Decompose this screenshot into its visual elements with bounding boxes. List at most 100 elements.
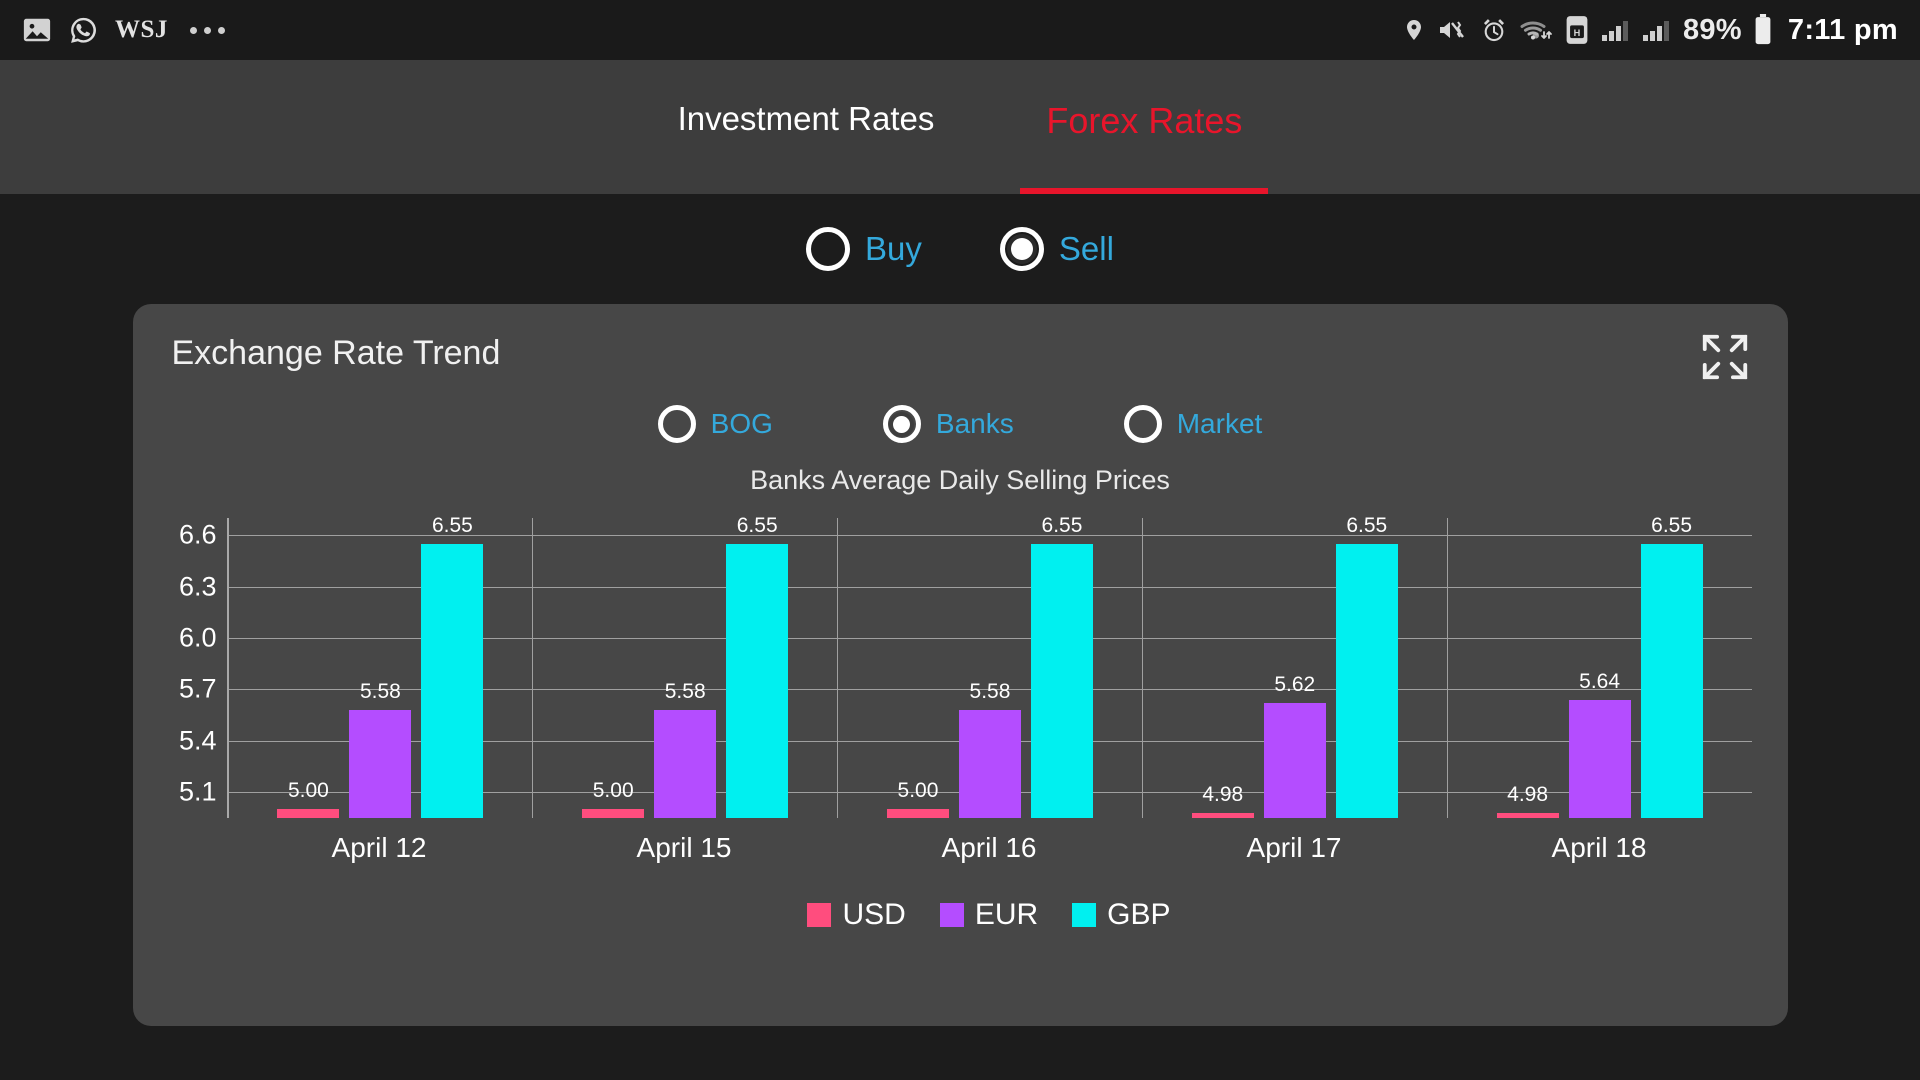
chart-bar-usd[interactable] <box>886 809 949 818</box>
battery-icon <box>1753 14 1773 46</box>
chart-bar-slot: 6.55 <box>421 514 484 818</box>
chart-bar-value-label: 5.64 <box>1579 669 1621 693</box>
chart-x-tick-label: April 15 <box>636 832 732 863</box>
chart-plot-area: 6.6 6.3 6.0 5.7 5.4 5.1 5.00 5.58 6.55 5.00 5.58 6… <box>179 514 1752 818</box>
chart-bar-gbp[interactable] <box>1030 543 1093 818</box>
chart-y-tick-label: 5.4 <box>178 725 217 756</box>
radio-buy-icon[interactable] <box>806 227 851 271</box>
chart-bar-slot: 5.62 <box>1263 518 1326 818</box>
chart-bar-value-label: 5.58 <box>664 680 706 703</box>
tab-bar: Investment Rates Forex Rates <box>0 60 1920 194</box>
chart-bar-usd[interactable] <box>1496 812 1559 818</box>
direction-radio-group: Buy Sell <box>0 194 1920 304</box>
chart-bar-slot: 5.00 <box>582 518 645 818</box>
chart-bar-value-label: 5.00 <box>287 779 329 803</box>
radio-market-icon[interactable] <box>1123 405 1162 443</box>
wsj-brand-icon: WSJ <box>115 16 168 43</box>
chart-bar-slot: 5.00 <box>886 518 949 818</box>
legend-swatch <box>807 903 832 927</box>
chart-bar-slot: 5.00 <box>277 518 340 818</box>
chart-x-tick-label: April 12 <box>331 832 427 863</box>
tab-forex-rates[interactable]: Forex Rates <box>1020 96 1269 194</box>
chart-y-tick-label: 5.1 <box>178 776 217 807</box>
radio-banks-icon[interactable] <box>882 405 921 443</box>
bar-chart: 6.6 6.3 6.0 5.7 5.4 5.1 5.00 5.58 6.55 5.00 5.58 6… <box>169 514 1752 931</box>
chart-bar-eur[interactable] <box>1263 703 1326 818</box>
chart-bar-value-label: 5.58 <box>969 680 1011 703</box>
radio-bog-icon[interactable] <box>657 405 696 443</box>
chart-bar-value-label: 4.98 <box>1507 782 1549 806</box>
chart-bar-value-label: 6.55 <box>1041 513 1083 537</box>
legend-swatch <box>1072 903 1097 927</box>
chart-bar-gbp[interactable] <box>421 543 484 818</box>
chart-bar-slot: 5.64 <box>1568 518 1631 818</box>
chart-bar-slot: 6.55 <box>1335 514 1398 818</box>
chart-bar-value-label: 5.62 <box>1274 673 1316 697</box>
chart-bar-eur[interactable] <box>349 710 412 818</box>
chart-x-axis: April 12 April 15 April 16 April 17 April 18 <box>227 832 1752 864</box>
chart-bar-slot: 6.55 <box>1640 514 1703 818</box>
chart-bar-value-label: 5.00 <box>897 779 939 803</box>
radio-option-sell[interactable]: Sell <box>999 227 1114 271</box>
chart-bar-value-label: 5.00 <box>592 779 634 803</box>
radio-option-bog[interactable]: BOG <box>657 405 773 443</box>
chart-bar-value-label: 6.55 <box>736 513 778 537</box>
exchange-rate-trend-card: Exchange Rate Trend BOG Banks Market Ban… <box>132 304 1788 1026</box>
chart-bar-slot: 4.98 <box>1191 518 1254 818</box>
chart-x-tick-label: April 17 <box>1246 832 1342 863</box>
svg-text:H: H <box>1574 28 1581 38</box>
signal-icon-1 <box>1601 16 1631 44</box>
radio-sell-icon[interactable] <box>999 227 1044 271</box>
chart-x-tick-label: April 16 <box>941 832 1037 863</box>
status-bar-right: H 89% 7:11 pm <box>1402 14 1898 47</box>
chart-legend: USD EUR GBP <box>227 898 1752 932</box>
alarm-icon <box>1480 16 1508 44</box>
battery-percentage: 89% <box>1682 13 1742 46</box>
signal-icon-2 <box>1642 16 1672 44</box>
legend-label: USD <box>842 898 906 931</box>
chart-bar-slot: 4.98 <box>1496 518 1559 818</box>
chart-bar-group: 5.00 5.58 6.55 <box>229 514 534 818</box>
chart-bar-value-label: 6.55 <box>1651 513 1693 537</box>
chart-bar-value-label: 6.55 <box>431 513 473 537</box>
chart-bar-slot: 5.58 <box>349 518 412 818</box>
radio-option-buy[interactable]: Buy <box>806 227 922 271</box>
location-icon <box>1402 16 1426 44</box>
tab-investment-rates[interactable]: Investment Rates <box>652 96 961 194</box>
legend-item-eur[interactable]: EUR <box>939 898 1038 932</box>
chart-bar-value-label: 4.98 <box>1202 782 1244 806</box>
legend-label: GBP <box>1107 898 1171 931</box>
chart-bar-group: 5.00 5.58 6.55 <box>533 514 839 818</box>
chart-bar-slot: 5.58 <box>654 518 717 818</box>
image-icon <box>22 15 52 45</box>
chart-bar-usd[interactable] <box>277 809 340 818</box>
chart-subtitle: Banks Average Daily Selling Prices <box>750 465 1170 495</box>
mute-vibrate-icon <box>1437 16 1469 44</box>
chart-bar-gbp[interactable] <box>1335 543 1398 818</box>
whatsapp-icon <box>68 15 99 46</box>
chart-y-tick-label: 5.7 <box>178 673 217 704</box>
expand-fullscreen-icon[interactable] <box>1698 330 1752 384</box>
chart-bar-gbp[interactable] <box>1640 543 1703 818</box>
legend-item-gbp[interactable]: GBP <box>1072 898 1171 932</box>
radio-option-market[interactable]: Market <box>1123 405 1262 443</box>
chart-y-tick-label: 6.6 <box>178 519 217 550</box>
legend-swatch <box>939 903 964 927</box>
chart-bar-eur[interactable] <box>1568 699 1631 818</box>
chart-bar-groups: 5.00 5.58 6.55 5.00 5.58 6.55 5.00 5.58 6.55 4.98… <box>229 514 1752 818</box>
chart-bar-group: 4.98 5.62 6.55 <box>1143 514 1448 818</box>
radio-option-banks[interactable]: Banks <box>882 405 1014 443</box>
chart-y-tick-label: 6.3 <box>178 571 217 602</box>
chart-bar-eur[interactable] <box>654 710 717 818</box>
legend-item-usd[interactable]: USD <box>807 898 906 932</box>
chart-bar-usd[interactable] <box>582 809 645 818</box>
chart-bar-usd[interactable] <box>1191 812 1254 818</box>
chart-bar-eur[interactable] <box>958 710 1021 818</box>
radio-sell-label: Sell <box>1058 230 1114 267</box>
radio-bog-label: BOG <box>710 408 773 439</box>
chart-bar-gbp[interactable] <box>726 543 789 818</box>
chart-bar-slot: 5.58 <box>958 518 1021 818</box>
radio-banks-label: Banks <box>935 408 1014 439</box>
overflow-dots-icon <box>184 26 225 34</box>
card-title: Exchange Rate Trend <box>171 334 501 372</box>
